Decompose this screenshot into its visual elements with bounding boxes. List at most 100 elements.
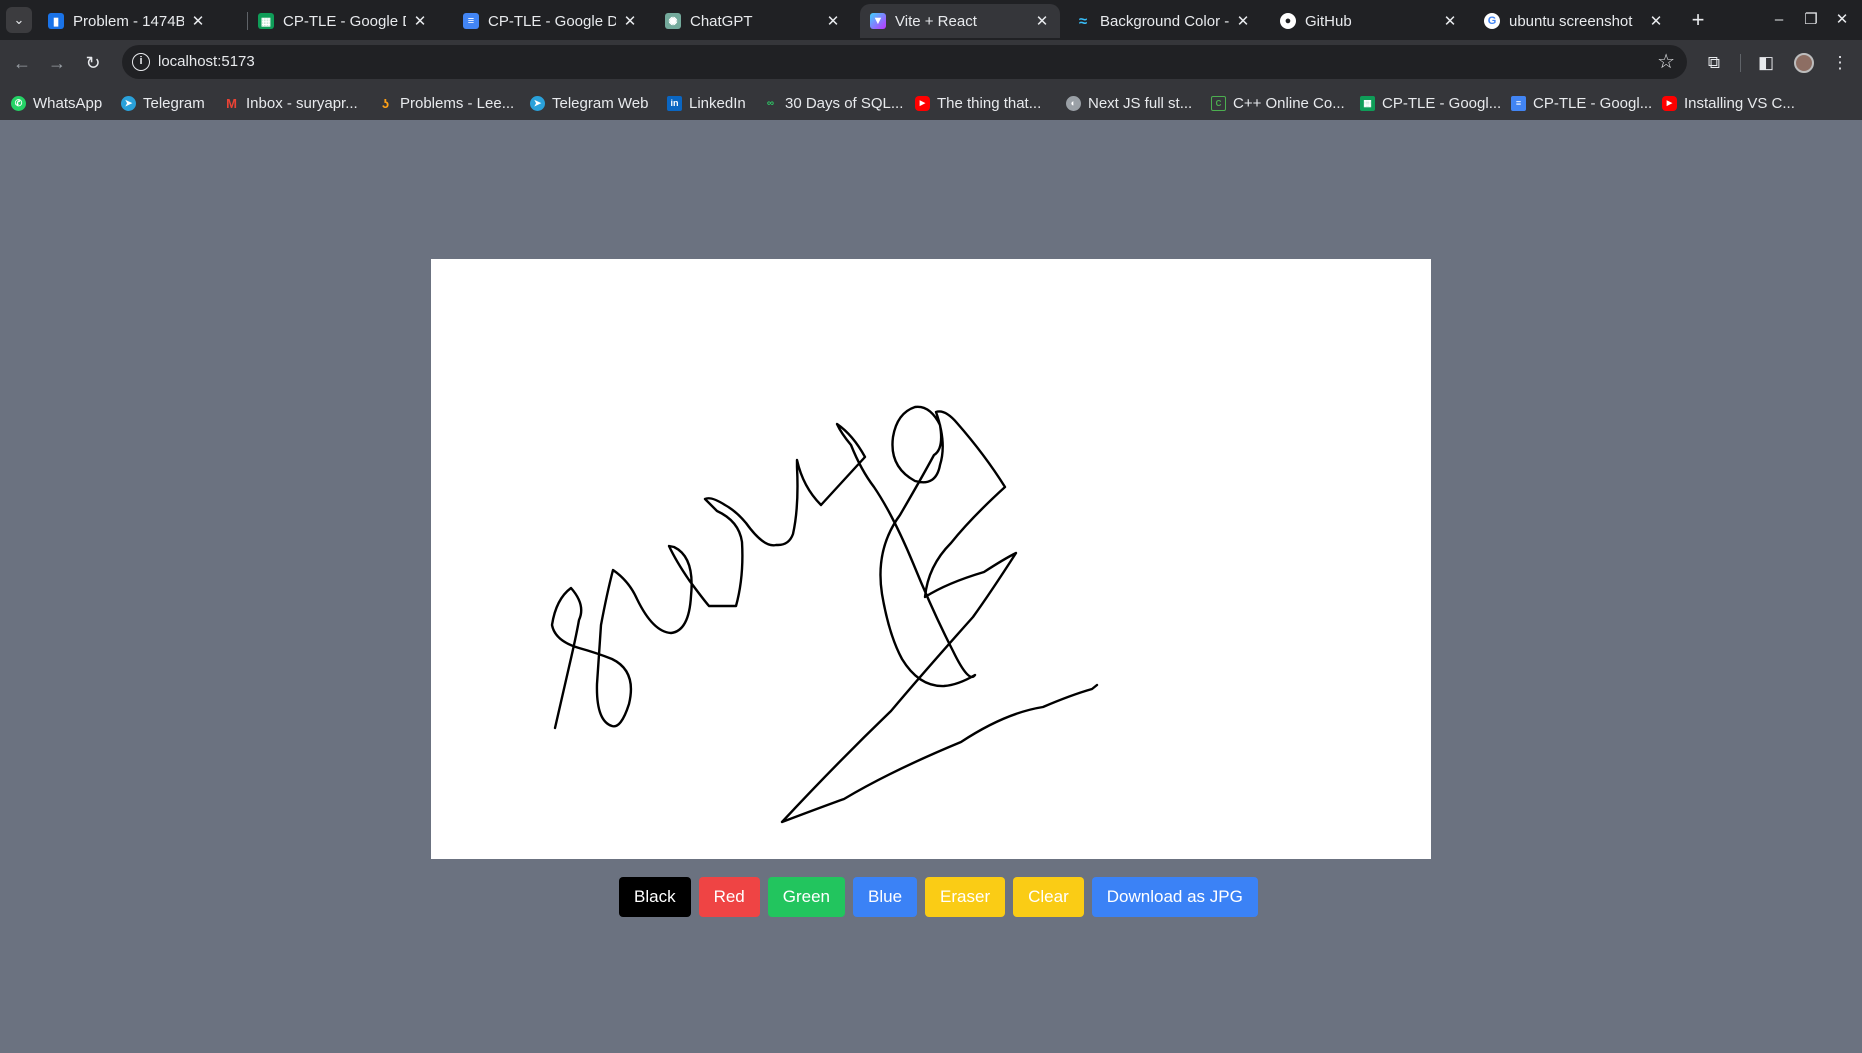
black-color-button[interactable]: Black [619,877,691,917]
drawing-canvas[interactable] [431,259,1431,859]
tab-title: CP-TLE - Google Dri [488,12,616,30]
compiler-icon: C [1211,95,1226,111]
drawing-strokes [550,405,1099,824]
bookmark-label: C++ Online Co... [1233,94,1345,112]
telegram-icon: ➤ [530,95,545,111]
tab-bar: ⌄ ▮ Problem - 1474B - Co ✕ ▦ CP-TLE - Go… [0,0,1862,40]
bookmark-cp-tle-doc[interactable]: ≡ CP-TLE - Googl... [1511,91,1652,115]
tab-cp-tle-doc[interactable]: ≡ CP-TLE - Google Dri ✕ [453,4,648,38]
bookmark-cpp-online[interactable]: C C++ Online Co... [1211,91,1345,115]
toolbar-divider [1740,54,1741,72]
close-icon[interactable]: ✕ [1235,12,1251,30]
youtube-icon: ▶ [1662,95,1677,111]
bookmark-whatsapp[interactable]: ✆ WhatsApp [11,91,102,115]
bookmark-30-days-sql[interactable]: ∞ 30 Days of SQL... [763,91,903,115]
google-icon: G [1484,13,1500,29]
tab-background-color[interactable]: ≈ Background Color - ✕ [1065,4,1261,38]
bookmark-next-js[interactable]: ◐ Next JS full st... [1066,91,1192,115]
globe-icon: ◐ [1066,95,1081,111]
green-color-button[interactable]: Green [767,877,846,917]
google-docs-icon: ≡ [1511,95,1526,111]
bookmark-telegram-web[interactable]: ➤ Telegram Web [530,91,648,115]
restore-icon[interactable]: ❐ [1797,8,1825,32]
tab-cp-tle-sheet[interactable]: ▦ CP-TLE - Google Dri ✕ [248,4,438,38]
bookmark-label: CP-TLE - Googl... [1533,94,1653,112]
tab-title: Background Color - [1100,12,1229,30]
sql-icon: ∞ [766,97,775,109]
bookmark-label: 30 Days of SQL... [785,94,904,112]
app-page: Black Red Green Blue Eraser Clear Downlo… [0,120,1862,1053]
tailwind-icon: ≈ [1078,12,1088,30]
reload-icon[interactable]: ↻ [78,48,108,78]
bookmark-linkedin[interactable]: in LinkedIn [667,91,746,115]
clear-button[interactable]: Clear [1013,877,1084,917]
back-arrow-icon[interactable]: ← [7,48,37,78]
close-icon[interactable]: ✕ [1648,12,1664,30]
tab-title: GitHub [1305,12,1352,30]
vite-icon: ▼ [870,13,886,29]
close-icon[interactable]: ✕ [622,12,638,30]
tab-chatgpt[interactable]: ✺ ChatGPT ✕ [655,4,851,38]
tab-problem[interactable]: ▮ Problem - 1474B - Co ✕ [38,4,216,38]
window-close-icon[interactable]: ✕ [1828,8,1856,32]
youtube-icon: ▶ [915,95,930,111]
bookmark-label: Installing VS C... [1684,94,1795,112]
close-icon[interactable]: ✕ [190,12,206,30]
gmail-icon: M [226,95,237,111]
bookmark-star-icon[interactable]: ☆ [1657,49,1675,74]
close-icon[interactable]: ✕ [1442,12,1458,30]
browser-chrome: ⌄ ▮ Problem - 1474B - Co ✕ ▦ CP-TLE - Go… [0,0,1862,120]
bookmark-gmail[interactable]: M Inbox - suryapr... [224,91,358,115]
profile-avatar[interactable] [1794,53,1814,73]
close-icon[interactable]: ✕ [1034,12,1050,30]
linkedin-icon: in [667,95,682,111]
bookmark-label: The thing that... [937,94,1042,112]
minimize-icon[interactable]: – [1765,8,1793,32]
tab-github[interactable]: ● GitHub ✕ [1270,4,1468,38]
tab-vite-react[interactable]: ▼ Vite + React ✕ [860,4,1060,38]
bookmark-label: Next JS full st... [1088,94,1193,112]
toolbar-buttons: Black Red Green Blue Eraser Clear Downlo… [619,877,1258,917]
bookmark-telegram[interactable]: ➤ Telegram [121,91,205,115]
bookmark-label: LinkedIn [689,94,746,112]
bookmark-label: WhatsApp [33,94,103,112]
tab-ubuntu-screenshot[interactable]: G ubuntu screenshot ✕ [1474,4,1674,38]
bookmark-cp-tle-sheet[interactable]: ▦ CP-TLE - Googl... [1360,91,1501,115]
close-icon[interactable]: ✕ [825,12,841,30]
bar-chart-icon: ▮ [48,13,64,29]
chatgpt-icon: ✺ [665,13,681,29]
bookmark-youtube-2[interactable]: ▶ Installing VS C... [1662,91,1795,115]
tab-search-chevron-icon[interactable]: ⌄ [6,7,32,33]
bookmark-label: CP-TLE - Googl... [1382,94,1502,112]
bookmark-label: Problems - Lee... [400,94,515,112]
extensions-puzzle-icon[interactable]: ⧉ [1700,49,1728,77]
tab-title: ChatGPT [690,12,753,30]
bookmark-youtube-1[interactable]: ▶ The thing that... [915,91,1041,115]
close-icon[interactable]: ✕ [412,12,428,30]
eraser-button[interactable]: Eraser [925,877,1006,917]
bookmarks-bar: ✆ WhatsApp ➤ Telegram M Inbox - suryapr.… [0,85,1862,120]
blue-color-button[interactable]: Blue [853,877,918,917]
telegram-icon: ➤ [121,95,136,111]
bookmark-label: Inbox - suryapr... [246,94,358,112]
browser-toolbar: ← → ↻ i localhost:5173 ☆ ⧉ ◧ ⋮ [0,40,1862,85]
menu-kebab-icon[interactable]: ⋮ [1826,49,1854,77]
side-panel-icon[interactable]: ◧ [1752,49,1780,77]
forward-arrow-icon[interactable]: → [42,48,72,78]
tab-title: CP-TLE - Google Dri [283,12,406,30]
tab-title: ubuntu screenshot [1509,12,1633,30]
github-icon: ● [1280,13,1296,29]
site-info-icon[interactable]: i [132,53,150,71]
bookmark-label: Telegram Web [552,94,649,112]
leetcode-icon: ʖ [381,95,390,111]
google-sheets-icon: ▦ [1360,95,1375,111]
bookmark-label: Telegram [143,94,205,112]
tab-title: Problem - 1474B - Co [73,12,184,30]
new-tab-plus-icon[interactable]: + [1684,6,1712,34]
tab-title: Vite + React [895,12,977,30]
address-bar[interactable]: i localhost:5173 ☆ [122,45,1687,79]
bookmark-leetcode[interactable]: ʖ Problems - Lee... [378,91,514,115]
download-jpg-button[interactable]: Download as JPG [1091,877,1258,917]
red-color-button[interactable]: Red [698,877,760,917]
address-url[interactable]: localhost:5173 [158,53,255,70]
